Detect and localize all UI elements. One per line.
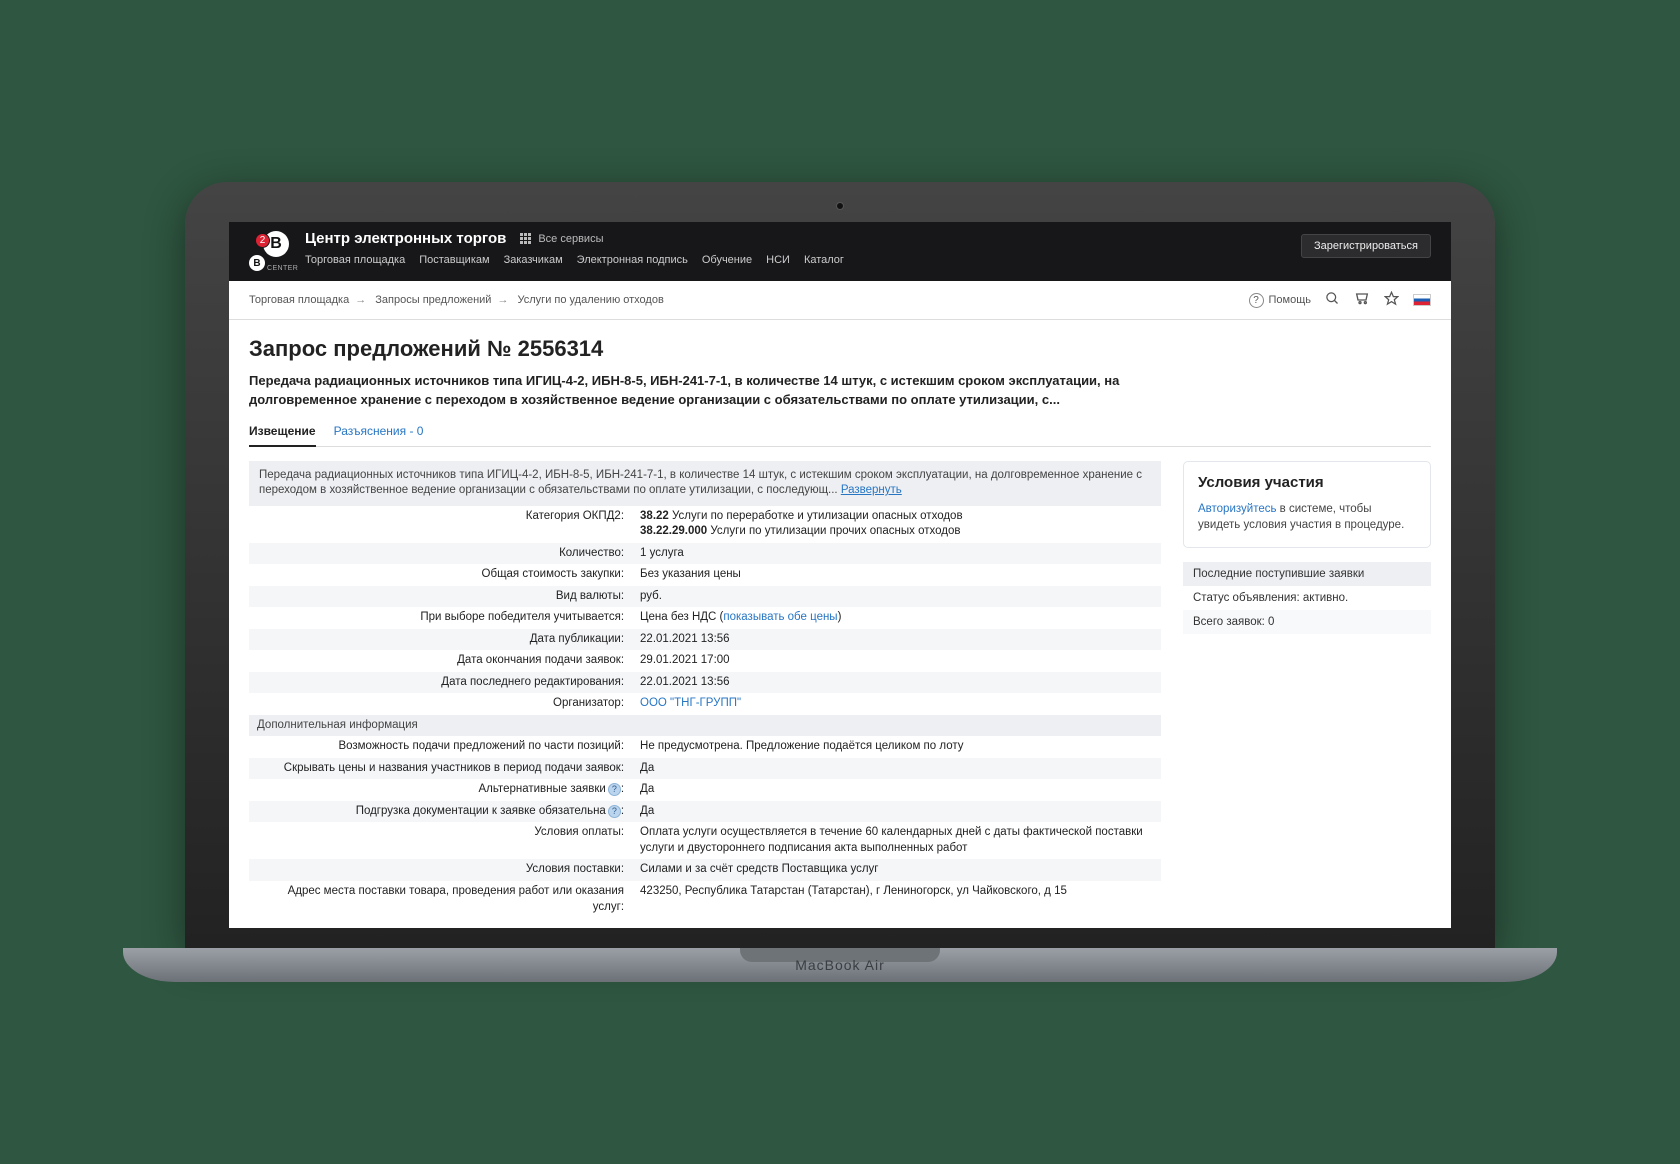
table-row: Адрес места поставки товара, проведения … xyxy=(249,881,1161,918)
tabs: Извещение Разъяснения - 0 xyxy=(249,424,1431,447)
site-title: Центр электронных торгов xyxy=(305,230,506,247)
tab-notice[interactable]: Извещение xyxy=(249,424,316,447)
search-icon[interactable] xyxy=(1325,291,1340,310)
notification-badge: 2 xyxy=(255,233,270,248)
table-row: Условия поставки:Силами и за счёт средст… xyxy=(249,859,1161,881)
nav-item[interactable]: Обучение xyxy=(702,254,752,266)
table-row: Дата публикации:22.01.2021 13:56 xyxy=(249,629,1161,651)
breadcrumb: Торговая площадка→ Запросы предложений→ … xyxy=(249,294,664,306)
table-row: Дата окончания подачи заявок:29.01.2021 … xyxy=(249,650,1161,672)
nav-item[interactable]: НСИ xyxy=(766,254,790,266)
table-row: Организатор:ООО "ТНГ-ГРУПП" xyxy=(249,693,1161,715)
section-header: Дополнительная информация xyxy=(249,715,1161,737)
bids-status-list: Последние поступившие заявки Статус объя… xyxy=(1183,562,1431,634)
expand-link[interactable]: Развернуть xyxy=(841,484,902,496)
list-header: Последние поступившие заявки xyxy=(1183,562,1431,586)
list-item: Статус объявления: активно. xyxy=(1183,586,1431,610)
laptop-base: MacBook Air xyxy=(123,948,1557,982)
logo-subtext: CENTER xyxy=(267,265,298,272)
register-button[interactable]: Зарегистрироваться xyxy=(1301,234,1431,258)
top-nav: Торговая площадка Поставщикам Заказчикам… xyxy=(305,254,1301,266)
table-row: Альтернативные заявки?:Да xyxy=(249,779,1161,801)
header: 2 B B CENTER Центр электронных торгов Вс… xyxy=(229,222,1451,281)
logo[interactable]: 2 B B CENTER xyxy=(249,233,295,271)
logo-icon-small: B xyxy=(249,255,265,271)
crumb[interactable]: Услуги по удалению отходов xyxy=(518,294,664,306)
table-row: При выборе победителя учитывается:Цена б… xyxy=(249,607,1161,629)
nav-item[interactable]: Заказчикам xyxy=(504,254,563,266)
info-table-1: Категория ОКПД2: 38.22 Услуги по перераб… xyxy=(249,506,1161,918)
table-row: Вид валюты:руб. xyxy=(249,586,1161,608)
cart-icon[interactable] xyxy=(1354,290,1370,310)
list-item: Всего заявок: 0 xyxy=(1183,610,1431,634)
laptop-camera xyxy=(836,202,844,210)
all-services-label: Все сервисы xyxy=(538,233,603,245)
star-icon[interactable] xyxy=(1384,291,1399,310)
organizer-link[interactable]: ООО "ТНГ-ГРУПП" xyxy=(640,697,741,709)
language-flag[interactable] xyxy=(1413,294,1431,306)
auth-link[interactable]: Авторизуйтесь xyxy=(1198,503,1276,515)
crumb[interactable]: Торговая площадка xyxy=(249,294,349,306)
sidebar: Условия участия Авторизуйтесь в системе,… xyxy=(1183,461,1431,928)
nav-item[interactable]: Каталог xyxy=(804,254,844,266)
description-text: Передача радиационных источников типа ИГ… xyxy=(259,469,1142,497)
table-row: Возможность подачи предложений по части … xyxy=(249,736,1161,758)
nav-item[interactable]: Электронная подпись xyxy=(577,254,688,266)
toggle-price-link[interactable]: показывать обе цены xyxy=(723,611,837,623)
nav-item[interactable]: Поставщикам xyxy=(419,254,489,266)
help-dot-icon[interactable]: ? xyxy=(608,805,621,818)
grid-icon xyxy=(520,233,532,245)
participation-card: Условия участия Авторизуйтесь в системе,… xyxy=(1183,461,1431,548)
nav-item[interactable]: Торговая площадка xyxy=(305,254,405,266)
all-services-link[interactable]: Все сервисы xyxy=(520,233,603,245)
table-row: Подгрузка документации к заявке обязател… xyxy=(249,801,1161,823)
main-column: Передача радиационных источников типа ИГ… xyxy=(249,461,1161,928)
card-title: Условия участия xyxy=(1198,474,1416,491)
page-title: Запрос предложений № 2556314 xyxy=(249,336,1431,362)
table-row: Условия оплаты:Оплата услуги осуществляе… xyxy=(249,822,1161,859)
table-row: Дата последнего редактирования:22.01.202… xyxy=(249,672,1161,694)
secondary-bar: Торговая площадка→ Запросы предложений→ … xyxy=(229,281,1451,320)
table-row: Количество:1 услуга xyxy=(249,543,1161,565)
help-link[interactable]: ? Помощь xyxy=(1249,293,1312,308)
help-icon: ? xyxy=(1249,293,1264,308)
laptop-brand: MacBook Air xyxy=(123,957,1557,973)
table-row: Категория ОКПД2: 38.22 Услуги по перераб… xyxy=(249,506,1161,543)
help-dot-icon[interactable]: ? xyxy=(608,783,621,796)
description-box: Передача радиационных источников типа ИГ… xyxy=(249,461,1161,506)
crumb[interactable]: Запросы предложений xyxy=(375,294,491,306)
table-row: Общая стоимость закупки:Без указания цен… xyxy=(249,564,1161,586)
help-label: Помощь xyxy=(1269,294,1312,306)
table-row: Скрывать цены и названия участников в пе… xyxy=(249,758,1161,780)
tab-clarifications[interactable]: Разъяснения - 0 xyxy=(334,424,424,446)
page-subtitle: Передача радиационных источников типа ИГ… xyxy=(249,372,1229,410)
